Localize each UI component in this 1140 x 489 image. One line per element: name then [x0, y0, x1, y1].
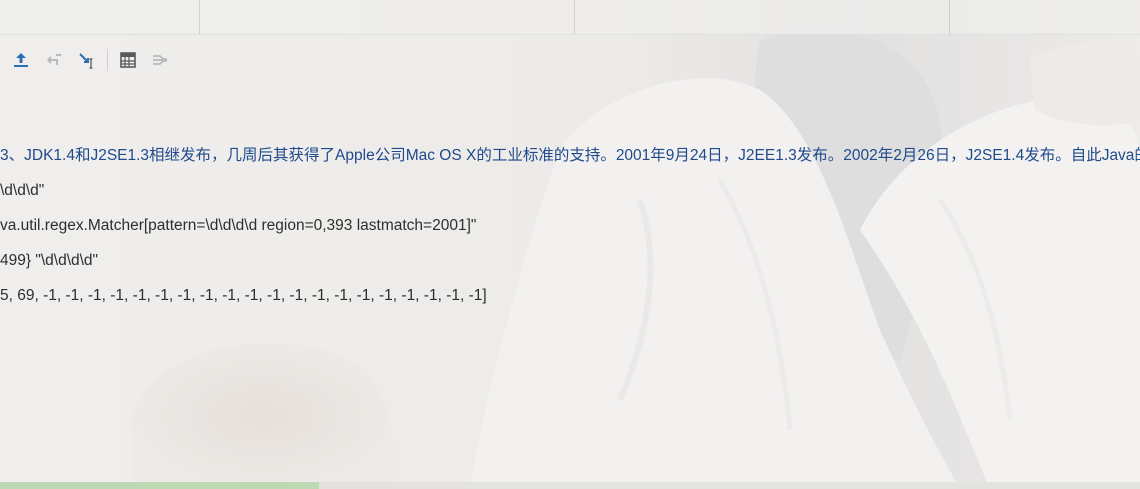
evaluate-expression-icon [120, 52, 136, 68]
tab-2[interactable] [200, 0, 575, 34]
step-back-button[interactable] [42, 48, 66, 72]
evaluate-expression-button[interactable] [116, 48, 140, 72]
streams-trace-button[interactable] [148, 48, 172, 72]
console-line-5: 5, 69, -1, -1, -1, -1, -1, -1, -1, -1, -… [0, 287, 487, 304]
upload-arrow-button[interactable] [9, 48, 33, 72]
console-line-3: va.util.regex.Matcher[pattern=\d\d\d\d r… [0, 217, 477, 234]
run-to-cursor-icon [79, 53, 93, 69]
tab-4[interactable] [950, 0, 1139, 34]
tab-strip [0, 0, 1140, 35]
console-line-4: 499} "\d\d\d\d" [0, 252, 99, 269]
debug-toolbar [0, 44, 260, 76]
streams-trace-icon [153, 55, 167, 65]
debugger-window: 3、JDK1.4和J2SE1.3相继发布，几周后其获得了Apple公司Mac O… [0, 0, 1140, 489]
step-back-icon [47, 54, 61, 65]
run-to-cursor-button[interactable] [75, 48, 99, 72]
status-progress-bar [0, 482, 1140, 489]
upload-arrow-icon [14, 53, 28, 67]
tab-1[interactable] [0, 0, 200, 34]
tab-3[interactable] [575, 0, 950, 34]
console-line-2: \d\d\d" [0, 182, 45, 199]
console-line-1: 3、JDK1.4和J2SE1.3相继发布，几周后其获得了Apple公司Mac O… [0, 147, 1140, 164]
toolbar-separator [107, 49, 108, 71]
status-progress-fill [0, 482, 320, 489]
